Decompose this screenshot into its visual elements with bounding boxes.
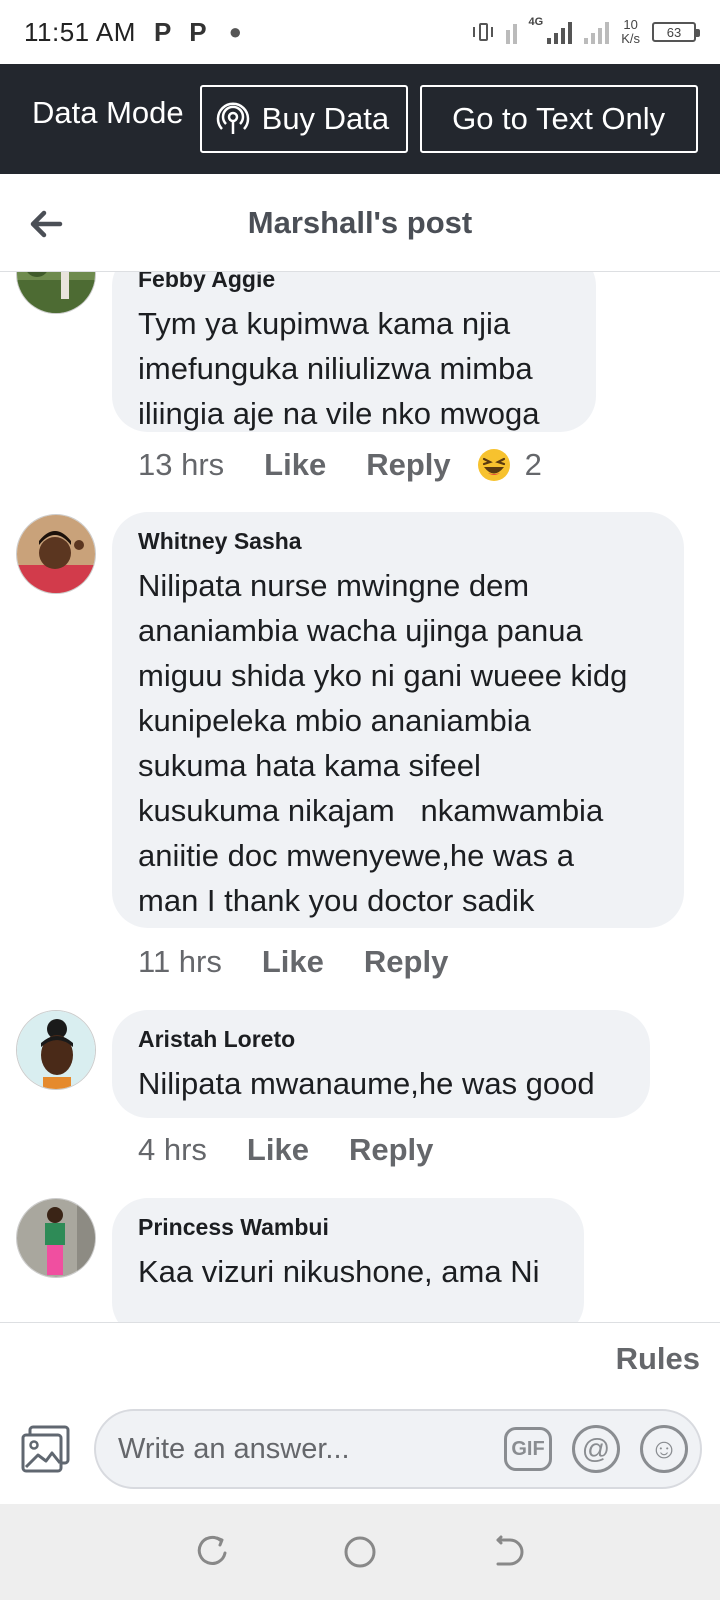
comment-bubble[interactable]: Whitney Sasha Nilipata nurse mwingne dem…: [112, 512, 684, 928]
photo-icon[interactable]: [20, 1423, 72, 1475]
answer-input[interactable]: [118, 1432, 496, 1466]
status-time: 11:51 AM: [24, 16, 136, 47]
data-mode-banner: Data Mode Buy Data Go to Text Only: [0, 64, 720, 174]
battery-level: 63: [666, 24, 682, 40]
reply-button[interactable]: Reply: [364, 944, 448, 980]
comment-bubble[interactable]: Princess Wambui Kaa vizuri nikushone, am…: [112, 1198, 584, 1322]
network-speed: 10 K/s: [621, 18, 640, 46]
comment-text: Tym ya kupimwa kama njia imefunguka nili…: [138, 306, 540, 431]
like-button[interactable]: Like: [247, 1132, 309, 1168]
page-title: Marshall's post: [247, 204, 473, 240]
avatar-photo-icon: [17, 272, 95, 313]
gif-label: GIF: [511, 1437, 545, 1460]
mention-button[interactable]: @: [572, 1425, 620, 1473]
mention-icon: @: [581, 1433, 611, 1464]
avatar-photo-icon: [17, 1011, 95, 1089]
comment-author[interactable]: Aristah Loreto: [138, 1026, 624, 1053]
avatar[interactable]: [16, 514, 96, 594]
buy-data-label: Buy Data: [261, 101, 390, 136]
system-nav-bar: [0, 1504, 720, 1600]
buy-data-button[interactable]: Buy Data: [199, 85, 408, 153]
home-icon[interactable]: [343, 1535, 377, 1569]
gif-button[interactable]: GIF: [504, 1427, 552, 1471]
avatar[interactable]: [16, 272, 96, 314]
comment-actions: 13 hrs Like Reply 2: [138, 447, 542, 483]
signal-strength-icon: [547, 20, 573, 44]
like-button[interactable]: Like: [262, 944, 324, 980]
emoji-button[interactable]: ☺: [640, 1425, 688, 1473]
comment-bubble[interactable]: Aristah Loreto Nilipata mwanaume,he was …: [112, 1010, 650, 1118]
back-arrow-icon[interactable]: [26, 204, 66, 244]
text-only-label: Go to Text Only: [452, 101, 666, 136]
comment-actions: 4 hrs Like Reply: [138, 1132, 433, 1168]
comment-composer[interactable]: GIF @ ☺: [94, 1409, 702, 1489]
comment-text: Nilipata mwanaume,he was good: [138, 1066, 595, 1101]
avatar-photo-icon: [17, 515, 95, 593]
haha-reaction-icon: [477, 449, 510, 481]
comment-author[interactable]: Whitney Sasha: [138, 528, 658, 555]
network-type: 4G: [528, 16, 544, 28]
comment-text: Nilipata nurse mwingne dem ananiambia wa…: [138, 568, 628, 918]
back-nav-icon[interactable]: [490, 1535, 524, 1569]
status-bar: 11:51 AM P P ● 4G 10 K/s 63: [0, 0, 720, 64]
status-indicators: 4G 10 K/s 63: [472, 16, 700, 46]
composer-area: Rules GIF @ ☺: [0, 1322, 720, 1504]
comment-author[interactable]: Princess Wambui: [138, 1214, 558, 1241]
like-button[interactable]: Like: [264, 447, 326, 483]
broadcast-icon: [216, 102, 249, 134]
reply-button[interactable]: Reply: [366, 447, 450, 483]
comment-text: Kaa vizuri nikushone, ama Ni: [138, 1254, 540, 1289]
avatar[interactable]: [16, 1198, 96, 1278]
comment-time[interactable]: 11 hrs: [138, 944, 222, 980]
comment-time[interactable]: 4 hrs: [138, 1132, 207, 1168]
reaction-summary[interactable]: 2: [477, 447, 542, 483]
rules-link[interactable]: Rules: [616, 1341, 700, 1377]
network-speed-value: 10: [623, 17, 638, 32]
reaction-count: 2: [524, 447, 542, 482]
notification-p-icon-2: P: [189, 16, 207, 47]
comment-bubble[interactable]: Febby Aggie Tym ya kupimwa kama njia ime…: [112, 272, 596, 432]
more-notifications-dot-icon: ●: [228, 19, 242, 44]
comments-list[interactable]: Febby Aggie Tym ya kupimwa kama njia ime…: [0, 272, 720, 1322]
recent-apps-icon[interactable]: [196, 1535, 230, 1569]
comment-author[interactable]: Febby Aggie: [138, 272, 570, 293]
text-only-button[interactable]: Go to Text Only: [419, 85, 698, 153]
battery-icon: 63: [652, 22, 700, 42]
data-mode-label: Data Mode: [32, 95, 184, 130]
reply-button[interactable]: Reply: [349, 1132, 433, 1168]
signal-strength-2-icon: [584, 20, 610, 44]
comment-actions: 11 hrs Like Reply: [138, 944, 448, 980]
notification-p-icon: P: [153, 16, 172, 47]
data-arrows-icon: [505, 20, 517, 44]
network-speed-unit: K/s: [621, 31, 640, 46]
avatar-photo-icon: [17, 1199, 95, 1277]
emoji-icon: ☺: [649, 1433, 679, 1464]
post-header: Marshall's post: [0, 174, 720, 272]
avatar[interactable]: [16, 1010, 96, 1090]
vibrate-icon: [472, 21, 494, 43]
comment-time[interactable]: 13 hrs: [138, 447, 224, 483]
